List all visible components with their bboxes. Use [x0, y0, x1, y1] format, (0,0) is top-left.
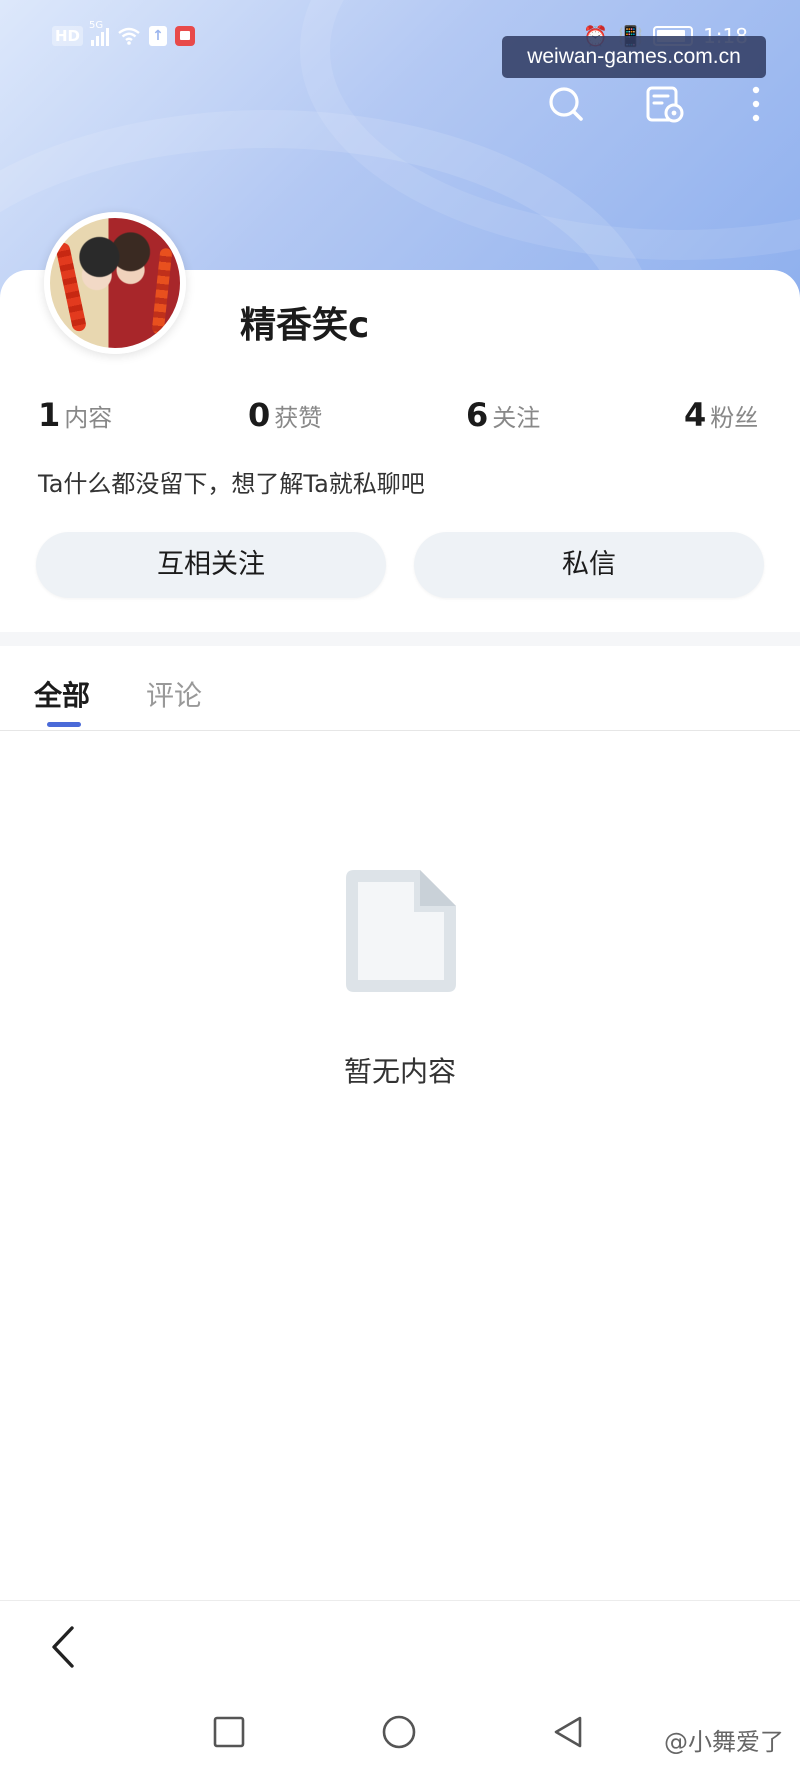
back-icon[interactable]	[44, 1622, 84, 1672]
document-icon	[346, 870, 456, 992]
tab-indicator	[47, 722, 81, 727]
stat-following[interactable]: 6 关注	[466, 396, 540, 434]
profile-bio: Ta什么都没留下，想了解Ta就私聊吧	[38, 470, 425, 498]
stat-likes[interactable]: 0 获赞	[248, 396, 322, 434]
scan-icon[interactable]	[644, 84, 684, 124]
empty-state-text: 暂无内容	[343, 1055, 456, 1088]
recent-apps-icon[interactable]	[211, 1714, 247, 1750]
home-icon[interactable]	[381, 1714, 417, 1750]
stat-value: 1	[38, 396, 61, 434]
stat-value: 0	[248, 396, 271, 434]
content-tabs: 全部 评论	[0, 666, 800, 731]
stat-value: 6	[466, 396, 489, 434]
tab-comments[interactable]: 评论	[146, 674, 202, 714]
avatar[interactable]	[44, 212, 186, 354]
more-vertical-icon[interactable]	[740, 84, 780, 124]
profile-stats: 1 内容 0 获赞 6 关注 4 粉丝	[38, 396, 764, 436]
stat-content[interactable]: 1 内容	[38, 396, 112, 434]
stat-value: 4	[684, 396, 707, 434]
bottom-divider	[0, 1600, 800, 1601]
stat-followers[interactable]: 4 粉丝	[684, 396, 758, 434]
section-divider	[0, 632, 800, 646]
stat-label: 关注	[492, 404, 541, 432]
username: 精香笑c	[240, 305, 370, 346]
back-nav-icon[interactable]	[550, 1714, 586, 1750]
app-notification-icon	[175, 26, 196, 46]
stat-label: 粉丝	[710, 404, 759, 432]
wifi-icon	[118, 27, 140, 45]
hd-indicator: HD	[52, 26, 84, 46]
private-message-button[interactable]: 私信	[414, 532, 764, 598]
cellular-signal-icon: 5G	[89, 20, 110, 46]
watermark: weiwan-games.com.cn	[502, 36, 766, 78]
tab-all[interactable]: 全部	[34, 674, 90, 714]
stat-label: 获赞	[274, 404, 323, 432]
mutual-follow-button[interactable]: 互相关注	[36, 532, 386, 598]
upload-notification-icon: ↑	[149, 26, 168, 46]
credit-watermark: @小舞爱了	[664, 1728, 784, 1756]
stat-label: 内容	[64, 404, 113, 432]
search-icon[interactable]	[546, 84, 586, 124]
